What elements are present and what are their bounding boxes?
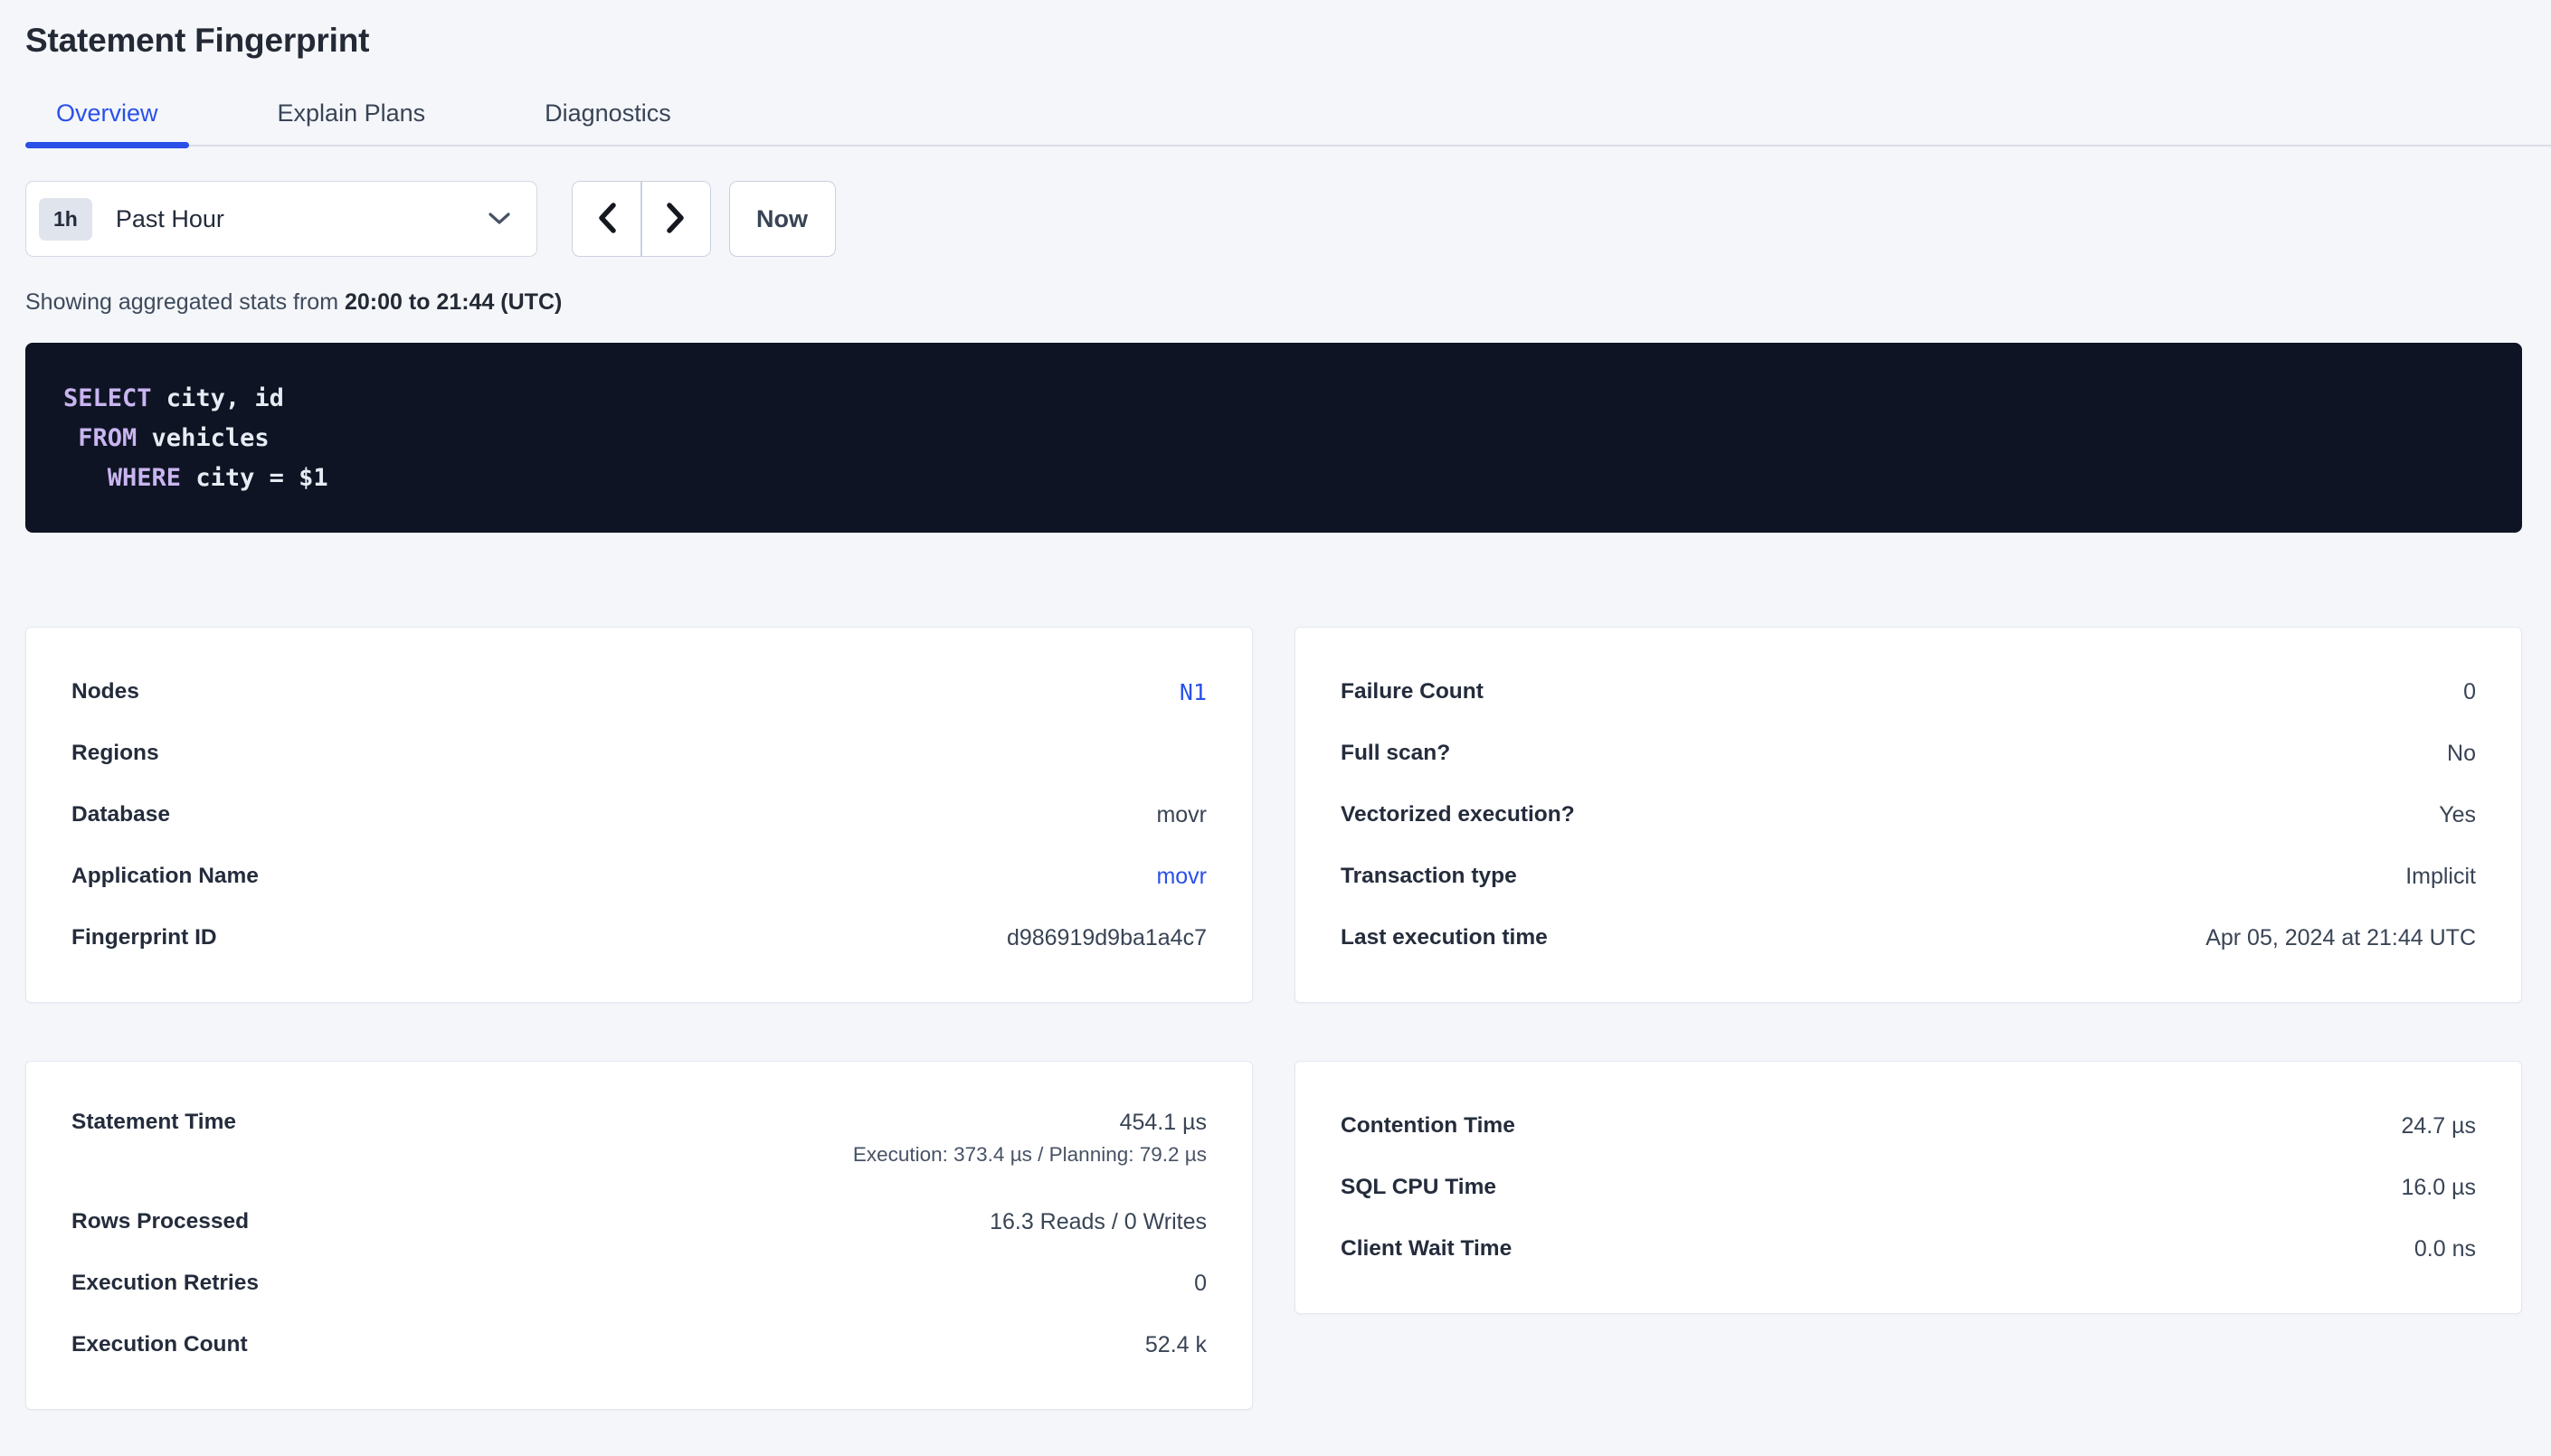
time-range-badge: 1h: [39, 198, 92, 241]
row-value: Implicit: [2405, 864, 2476, 890]
statement-fingerprint-page: Statement Fingerprint Overview Explain P…: [0, 0, 2551, 1410]
performance-card-left: Statement Time 454.1 µs Execution: 373.4…: [25, 1061, 1253, 1410]
row-label: Regions: [71, 741, 159, 766]
row-label: Full scan?: [1341, 741, 1450, 766]
table-row: Vectorized execution? Yes: [1341, 784, 2476, 846]
table-row: SQL CPU Time 16.0 µs: [1341, 1157, 2476, 1218]
table-row: Transaction type Implicit: [1341, 846, 2476, 907]
sql-line: SELECT city, id: [63, 379, 2484, 419]
chevron-right-icon: [665, 202, 687, 237]
time-range-label: Past Hour: [116, 205, 224, 233]
prev-interval-button[interactable]: [573, 182, 640, 256]
table-row: Regions: [71, 723, 1207, 784]
time-range-select[interactable]: 1h Past Hour: [25, 181, 537, 257]
table-row: Execution Retries 0: [71, 1253, 1207, 1314]
row-label: SQL CPU Time: [1341, 1175, 1496, 1200]
time-controls: 1h Past Hour Now: [25, 181, 2522, 257]
table-row: Nodes N1: [71, 661, 1207, 723]
row-value: 16.3 Reads / 0 Writes: [990, 1209, 1207, 1235]
cards-grid: Nodes N1 Regions Database movr Applicati…: [25, 627, 2522, 1410]
aggregated-stats-prefix: Showing aggregated stats from: [25, 289, 345, 315]
row-value: No: [2447, 741, 2476, 767]
table-row: Failure Count 0: [1341, 661, 2476, 723]
row-value: 454.1 µs: [1120, 1110, 1207, 1136]
sql-keyword: WHERE: [108, 464, 181, 492]
row-label: Contention Time: [1341, 1113, 1515, 1139]
aggregated-stats-range: 20:00 to 21:44 (UTC): [345, 289, 562, 315]
row-label: Execution Count: [71, 1332, 248, 1357]
row-label: Statement Time: [71, 1110, 236, 1135]
next-interval-button[interactable]: [642, 182, 710, 256]
row-label: Vectorized execution?: [1341, 802, 1575, 827]
tab-explain-plans[interactable]: Explain Plans: [247, 87, 457, 145]
now-button[interactable]: Now: [729, 181, 836, 257]
tab-diagnostics[interactable]: Diagnostics: [514, 87, 702, 145]
sql-line: FROM vehicles: [63, 419, 2484, 459]
row-value: 0: [1194, 1271, 1207, 1297]
aggregated-stats-line: Showing aggregated stats from 20:00 to 2…: [25, 289, 2522, 316]
page-title: Statement Fingerprint: [25, 22, 2522, 60]
chevron-left-icon: [596, 202, 618, 237]
row-label: Fingerprint ID: [71, 925, 217, 950]
row-value: 16.0 µs: [2401, 1175, 2476, 1201]
sql-text: city = $1: [181, 464, 328, 492]
table-row: Execution Count 52.4 k: [71, 1314, 1207, 1376]
fingerprint-id-value: d986919d9ba1a4c7: [1007, 925, 1207, 951]
performance-card-right: Contention Time 24.7 µs SQL CPU Time 16.…: [1294, 1061, 2522, 1314]
table-row: Fingerprint ID d986919d9ba1a4c7: [71, 907, 1207, 969]
row-value: 0.0 ns: [2414, 1236, 2476, 1262]
sql-text: city, id: [152, 384, 284, 412]
time-pager: [572, 181, 711, 257]
table-row: Full scan? No: [1341, 723, 2476, 784]
application-name-link[interactable]: movr: [1156, 864, 1207, 890]
row-label: Nodes: [71, 679, 139, 704]
details-card-left: Nodes N1 Regions Database movr Applicati…: [25, 627, 1253, 1003]
row-label: Rows Processed: [71, 1209, 249, 1234]
chevron-down-icon: [488, 212, 511, 226]
row-label: Last execution time: [1341, 925, 1548, 950]
row-label: Application Name: [71, 864, 259, 889]
row-label: Client Wait Time: [1341, 1236, 1512, 1262]
row-value: movr: [1156, 802, 1207, 828]
row-label: Transaction type: [1341, 864, 1517, 889]
row-value: 24.7 µs: [2401, 1113, 2476, 1139]
sql-keyword: SELECT: [63, 384, 152, 412]
statement-time-values: 454.1 µs Execution: 373.4 µs / Planning:…: [853, 1110, 1207, 1167]
row-value: 0: [2463, 679, 2476, 705]
row-label: Failure Count: [1341, 679, 1484, 704]
sql-keyword: FROM: [78, 424, 137, 452]
tab-overview[interactable]: Overview: [25, 87, 189, 145]
row-label: Database: [71, 802, 170, 827]
sql-text: vehicles: [137, 424, 269, 452]
table-row: Statement Time 454.1 µs Execution: 373.4…: [71, 1095, 1207, 1191]
table-row: Contention Time 24.7 µs: [1341, 1095, 2476, 1157]
table-row: Database movr: [71, 784, 1207, 846]
table-row: Application Name movr: [71, 846, 1207, 907]
table-row: Rows Processed 16.3 Reads / 0 Writes: [71, 1191, 1207, 1253]
details-card-right: Failure Count 0 Full scan? No Vectorized…: [1294, 627, 2522, 1003]
row-subvalue: Execution: 373.4 µs / Planning: 79.2 µs: [853, 1143, 1207, 1167]
row-label: Execution Retries: [71, 1271, 259, 1296]
table-row: Last execution time Apr 05, 2024 at 21:4…: [1341, 907, 2476, 969]
nodes-link[interactable]: N1: [1180, 679, 1207, 705]
table-row: Client Wait Time 0.0 ns: [1341, 1218, 2476, 1280]
tab-bar: Overview Explain Plans Diagnostics: [25, 87, 2551, 147]
row-value: 52.4 k: [1145, 1332, 1207, 1358]
last-execution-time-value: Apr 05, 2024 at 21:44 UTC: [2205, 925, 2476, 951]
sql-statement-block: SELECT city, id FROM vehicles WHERE city…: [25, 343, 2522, 533]
sql-line: WHERE city = $1: [63, 459, 2484, 498]
row-value: Yes: [2439, 802, 2476, 828]
